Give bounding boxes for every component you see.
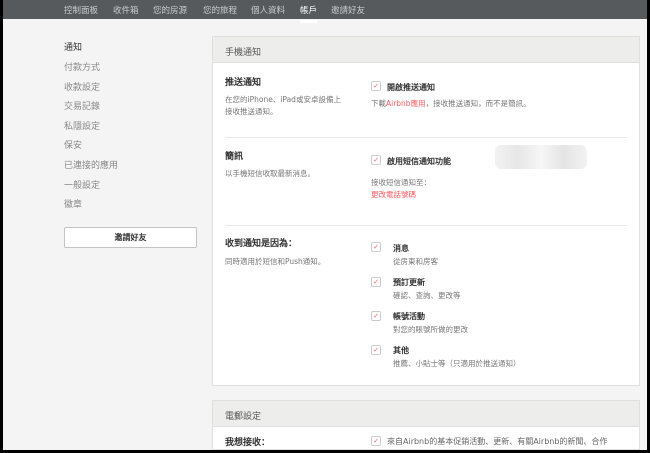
other-checkbox[interactable]: ✓ — [371, 345, 381, 355]
nav-invite[interactable]: 邀請好友 — [331, 4, 365, 16]
change-phone-link[interactable]: 更改電話號碼 — [371, 189, 416, 201]
messages-checkbox[interactable]: ✓ — [371, 242, 381, 252]
reasons-desc: 同時適用於短信和Push通知。 — [225, 257, 326, 266]
sms-checkbox[interactable]: ✓ — [371, 155, 381, 165]
nav-profile[interactable]: 個人資料 — [251, 4, 285, 16]
page: 控制面板 收件箱 您的房源 您的旅程 個人資料 帳戶 邀請好友 通知 付款方式 … — [3, 0, 647, 450]
reasons-title: 收到通知是因為： — [225, 239, 298, 249]
note-text: ，接收推送通知，而不是簡訊。 — [425, 99, 531, 108]
account-activity-checkbox[interactable]: ✓ — [371, 311, 381, 321]
reservation-updates-desc: 確認、查詢、更改等 — [393, 291, 461, 300]
nav-listings[interactable]: 您的房源 — [153, 4, 187, 16]
messages-desc: 從房東和房客 — [393, 257, 438, 266]
nav-account[interactable]: 帳戶 — [300, 4, 318, 23]
reservation-updates-label: 預訂更新 — [393, 278, 425, 287]
email-receive-title: 我想接收： — [225, 438, 271, 448]
sms-title: 簡訊 — [225, 152, 244, 162]
messages-label: 消息 — [393, 244, 409, 253]
invite-friends-button[interactable]: 邀請好友 — [64, 227, 197, 248]
sidebar-item-privacy[interactable]: 私隱設定 — [64, 119, 100, 132]
divider — [225, 137, 627, 138]
promotions-label: 來自Airbnb的基本促銷活動、更新、有關Airbnb的新聞、合作 — [387, 437, 608, 446]
top-nav: 控制面板 收件箱 您的房源 您的旅程 個人資料 帳戶 邀請好友 — [3, 0, 647, 23]
panel-title: 手機通知 — [213, 37, 639, 63]
sidebar-item-security[interactable]: 保安 — [64, 138, 82, 151]
promotions-checkbox[interactable]: ✓ — [371, 436, 381, 446]
nav-dashboard[interactable]: 控制面板 — [64, 4, 98, 16]
reservation-updates-checkbox[interactable]: ✓ — [371, 277, 381, 287]
push-desc: 在您的iPhone、iPad或安卓設備上接收推送通知。 — [225, 95, 341, 116]
push-checkbox[interactable]: ✓ — [371, 81, 381, 91]
nav-trips[interactable]: 您的旅程 — [203, 4, 237, 16]
divider — [225, 225, 627, 226]
airbnb-app-link[interactable]: Airbnb應用 — [386, 99, 426, 108]
sidebar-item-payment[interactable]: 付款方式 — [64, 60, 100, 73]
sidebar-item-connected-apps[interactable]: 已連接的應用 — [64, 158, 118, 171]
sidebar-item-transactions[interactable]: 交易記錄 — [64, 99, 100, 112]
email-settings-panel: 電郵設定 我想接收： ✓ 來自Airbnb的基本促銷活動、更新、有關Airbnb… — [212, 400, 640, 450]
sidebar-item-notifications[interactable]: 通知 — [64, 40, 82, 53]
sidebar-item-payout[interactable]: 收款設定 — [64, 80, 100, 93]
account-activity-desc: 對您的賬號所做的更改 — [393, 325, 468, 334]
other-desc: 推薦、小貼士等（只適用於推送通知） — [393, 359, 521, 368]
mobile-notifications-panel: 手機通知 推送通知 在您的iPhone、iPad或安卓設備上接收推送通知。 ✓ … — [212, 36, 640, 386]
account-activity-label: 帳號活動 — [393, 312, 425, 321]
push-checkbox-label: 開啟推送通知 — [387, 83, 435, 92]
push-title: 推送通知 — [225, 78, 262, 88]
sms-checkbox-label: 啟用短信通知功能 — [387, 157, 451, 166]
sidebar-item-badges[interactable]: 徽章 — [64, 197, 82, 210]
sms-receive-label: 接收短信通知至： — [371, 178, 431, 187]
sidebar-item-general[interactable]: 一般設定 — [64, 178, 100, 191]
push-note: 下載Airbnb應用，接收推送通知，而不是簡訊。 — [371, 98, 531, 110]
phone-number-redacted — [495, 145, 587, 169]
note-text: 下載 — [371, 99, 386, 108]
nav-inbox[interactable]: 收件箱 — [113, 4, 139, 16]
panel-title: 電郵設定 — [213, 401, 639, 427]
other-label: 其他 — [393, 346, 409, 355]
sms-desc: 以手機短信收取最新消息。 — [225, 169, 315, 178]
